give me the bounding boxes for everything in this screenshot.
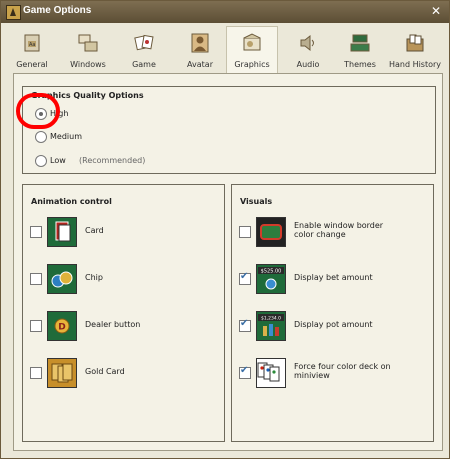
bet-amount-thumbnail: $525.00 [256,264,286,294]
animation-card-row[interactable]: Card [23,217,224,247]
hand-history-icon [406,34,424,52]
avatar-icon [191,33,209,53]
radio-button[interactable] [35,131,47,143]
tab-label: Windows [70,60,106,69]
visual-pot-row[interactable]: $1,234.0 Display pot amount [232,311,433,341]
animation-control-group: Animation control Card Chip D Dealer but… [22,184,225,442]
radio-label: Medium [50,132,82,141]
visuals-group: Visuals Enable window border color chang… [231,184,434,442]
tab-label: Game [132,60,156,69]
game-options-window: Game Options ✕ Aa General Windows Game A… [0,0,450,459]
window-title: Game Options [23,5,92,16]
general-icon: Aa [24,34,40,52]
check-label: Chip [85,273,103,282]
checkbox[interactable] [30,226,42,238]
group-title: Graphics Quality Options [31,91,144,100]
tab-label: Hand History [388,60,442,69]
border-color-thumbnail [256,217,286,247]
tab-label: Audio [296,60,320,69]
animation-gold-card-row[interactable]: Gold Card [23,358,224,388]
check-label: Gold Card [85,367,125,376]
tab-bar: Aa General Windows Game Avatar Graphics … [3,25,447,73]
tab-audio[interactable]: Audio [283,27,333,73]
graphics-quality-group: Graphics Quality Options High Medium Low… [22,86,436,174]
check-label: Display pot amount [294,320,373,329]
radio-label: High [50,109,69,118]
card-thumbnail [47,217,77,247]
group-title: Visuals [240,197,273,206]
tab-label: General [16,60,48,69]
app-icon [6,5,21,20]
radio-label: Low [50,156,66,165]
tab-general[interactable]: Aa General [7,27,57,73]
speaker-icon [300,34,314,52]
checkbox[interactable] [239,365,251,379]
checkbox[interactable] [239,226,251,238]
pot-amount-text: $1,234.0 [261,316,281,322]
themes-icon [350,34,370,52]
checkbox[interactable] [30,273,42,285]
tab-game[interactable]: Game [119,27,169,73]
tab-themes[interactable]: Themes [335,27,385,73]
close-icon[interactable]: ✕ [429,4,443,18]
checkbox[interactable] [30,367,42,379]
tab-windows[interactable]: Windows [63,27,113,73]
recommended-note: (Recommended) [79,156,146,165]
checkbox[interactable] [239,318,251,332]
visual-four-color-row[interactable]: Force four color deck on miniview [232,358,433,388]
graphics-panel: Graphics Quality Options High Medium Low… [13,73,443,451]
tab-label: Avatar [187,60,213,69]
check-label: Dealer button [85,320,141,329]
group-title: Animation control [31,197,112,206]
chip-thumbnail [47,264,77,294]
title-bar[interactable]: Game Options ✕ [1,1,449,23]
check-label: Enable window border color change [294,221,384,239]
pot-amount-thumbnail: $1,234.0 [256,311,286,341]
tab-label: Graphics [234,60,270,69]
tab-label: Themes [344,60,376,69]
check-label: Display bet amount [294,273,373,282]
dealer-glyph: D [58,323,65,333]
tab-hand-history[interactable]: Hand History [387,27,443,73]
game-icon [134,34,154,51]
check-label: Card [85,226,104,235]
animation-dealer-row[interactable]: D Dealer button [23,311,224,341]
check-label: Force four color deck on miniview [294,362,391,380]
visual-border-row[interactable]: Enable window border color change [232,217,433,247]
checkbox[interactable] [239,271,251,285]
graphics-icon [243,33,261,51]
tab-graphics[interactable]: Graphics [226,26,278,73]
windows-icon [78,34,98,52]
svg-text:Aa: Aa [29,42,35,48]
tab-avatar[interactable]: Avatar [175,27,225,73]
radio-button[interactable] [35,155,47,167]
dealer-button-thumbnail: D [47,311,77,341]
animation-chip-row[interactable]: Chip [23,264,224,294]
four-color-deck-thumbnail [256,358,286,388]
bet-amount-text: $525.00 [261,269,282,275]
gold-card-thumbnail [47,358,77,388]
radio-button[interactable] [35,108,47,120]
visual-bet-row[interactable]: $525.00 Display bet amount [232,264,433,294]
checkbox[interactable] [30,320,42,332]
